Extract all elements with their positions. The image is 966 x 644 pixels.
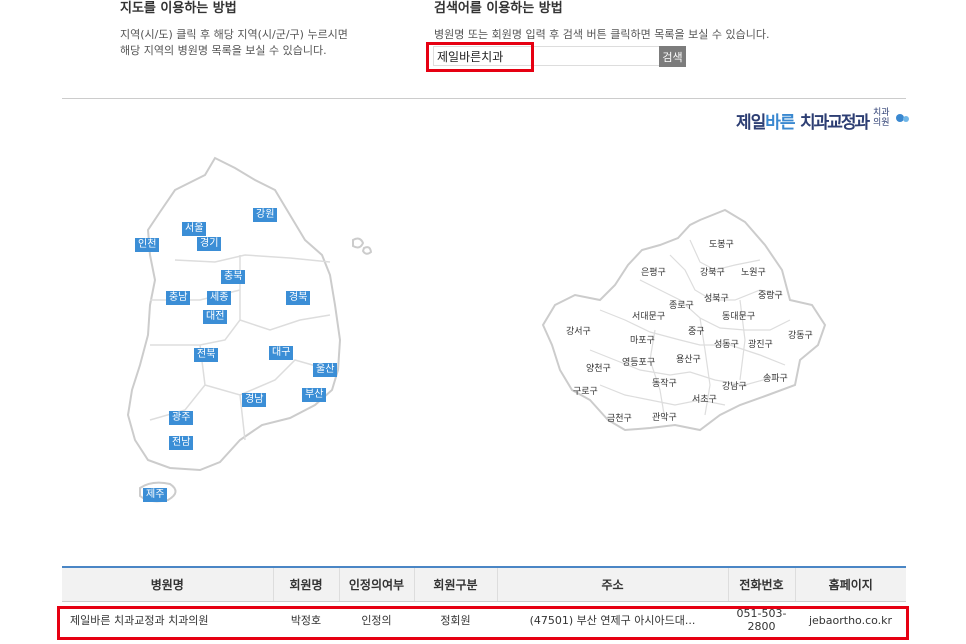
district-guro[interactable]: 구로구 xyxy=(573,384,598,397)
district-yeongdeungpo[interactable]: 영등포구 xyxy=(622,355,655,368)
cell-homepage[interactable]: jebaortho.co.kr xyxy=(795,601,906,639)
brand-suffix-2: 의원 xyxy=(873,118,890,128)
seoul-outline xyxy=(541,208,827,432)
district-yangcheon[interactable]: 양천구 xyxy=(586,361,611,374)
district-seocho[interactable]: 서초구 xyxy=(692,392,717,405)
region-gyeongbuk[interactable]: 경북 xyxy=(286,291,311,305)
region-gyeonggi[interactable]: 경기 xyxy=(197,237,222,251)
district-jung[interactable]: 중구 xyxy=(688,324,705,337)
district-dobong[interactable]: 도봉구 xyxy=(709,237,734,250)
cell-phone: 051-503- 2800 xyxy=(728,601,795,639)
section-divider xyxy=(62,98,906,99)
region-jeonbuk[interactable]: 전북 xyxy=(194,348,219,362)
cell-member: 박정호 xyxy=(290,614,322,628)
cell-phone-line-1: 051-503- xyxy=(736,607,787,621)
region-jeonnam[interactable]: 전남 xyxy=(169,436,194,450)
cell-hospital[interactable]: 제일바른 치과교정과 치과의원 xyxy=(62,601,273,639)
map-help-title: 지도를 이용하는 방법 xyxy=(120,1,237,16)
district-eunpyeong[interactable]: 은평구 xyxy=(641,265,666,278)
region-sejong[interactable]: 세종 xyxy=(207,291,232,305)
map-help-line-1: 지역(시/도) 클릭 후 해당 지역(시/군/구) 누르시면 xyxy=(120,28,348,41)
col-phone: 전화번호 xyxy=(727,566,795,602)
district-geumcheon[interactable]: 금천구 xyxy=(607,411,632,424)
district-songpa[interactable]: 송파구 xyxy=(763,371,788,384)
region-busan[interactable]: 부산 xyxy=(302,388,327,402)
col-member-type: 회원구분 xyxy=(413,566,497,602)
brand-suffix-1: 치과 xyxy=(873,108,890,118)
island-outline-2 xyxy=(361,246,373,255)
seoul-map[interactable] xyxy=(0,0,966,644)
col-hospital: 병원명 xyxy=(62,566,273,602)
brand-logo: 제일바른 치과교정과 치과 의원 xyxy=(736,106,912,134)
col-homepage: 홈페이지 xyxy=(794,566,906,602)
cell-address: (47501) 부산 연제구 아시아드대... xyxy=(529,614,696,628)
col-address: 주소 xyxy=(496,566,728,602)
island-outline-1 xyxy=(352,237,365,249)
search-help-desc: 병원명 또는 회원명 입력 후 검색 버튼 클릭하면 목록을 보실 수 있습니다… xyxy=(434,28,770,41)
region-seoul[interactable]: 서울 xyxy=(182,222,207,236)
district-seongbuk[interactable]: 성북구 xyxy=(704,291,729,304)
region-daegu[interactable]: 대구 xyxy=(269,346,294,360)
district-dongdaemun[interactable]: 동대문구 xyxy=(722,309,755,322)
col-member: 회원명 xyxy=(272,566,339,602)
cell-certified: 인정의 xyxy=(361,614,392,628)
brand-part-2: 바른 xyxy=(765,113,795,133)
district-gwanak[interactable]: 관악구 xyxy=(652,410,677,423)
brand-part-1: 제일 xyxy=(736,113,766,133)
district-jungnang[interactable]: 중랑구 xyxy=(758,288,783,301)
district-nowon[interactable]: 노원구 xyxy=(741,265,766,278)
region-chungbuk[interactable]: 충북 xyxy=(221,270,246,284)
korea-outline xyxy=(126,156,342,472)
district-gwangjin[interactable]: 광진구 xyxy=(748,337,773,350)
district-seongdong[interactable]: 성동구 xyxy=(714,337,739,350)
table-header-row: 병원명 회원명 인정의여부 회원구분 주소 전화번호 홈페이지 xyxy=(62,566,906,602)
cell-member-type: 정회원 xyxy=(440,614,471,628)
col-certified: 인정의여부 xyxy=(338,566,414,602)
district-jongno[interactable]: 종로구 xyxy=(669,298,694,311)
region-gangwon[interactable]: 강원 xyxy=(253,208,278,222)
cell-phone-line-2: 2800 xyxy=(747,620,776,634)
district-gangbuk[interactable]: 강북구 xyxy=(700,265,725,278)
district-mapo[interactable]: 마포구 xyxy=(630,333,655,346)
region-ulsan[interactable]: 울산 xyxy=(313,363,338,377)
map-help-desc: 지역(시/도) 클릭 후 해당 지역(시/군/구) 누르시면 해당 지역의 병원… xyxy=(120,27,348,59)
district-seodaemun[interactable]: 서대문구 xyxy=(632,309,665,322)
map-help-line-2: 해당 지역의 병원명 목록을 보실 수 있습니다. xyxy=(120,44,327,57)
search-button[interactable]: 검색 xyxy=(659,46,686,67)
region-gwangju[interactable]: 광주 xyxy=(169,411,194,425)
region-jeju[interactable]: 제주 xyxy=(143,488,168,502)
search-input[interactable] xyxy=(433,46,661,66)
brand-part-3: 치과교정과 xyxy=(800,113,870,133)
district-gangdong[interactable]: 강동구 xyxy=(788,328,813,341)
region-daejeon[interactable]: 대전 xyxy=(203,310,228,324)
region-gyeongnam[interactable]: 경남 xyxy=(242,393,267,407)
district-yongsan[interactable]: 용산구 xyxy=(676,352,701,365)
results-table: 병원명 회원명 인정의여부 회원구분 주소 전화번호 홈페이지 제일바른 치과교… xyxy=(62,566,906,639)
table-row[interactable]: 제일바른 치과교정과 치과의원 박정호 인정의 정회원 (47501) 부산 연… xyxy=(62,601,906,639)
brand-dot-2 xyxy=(903,116,909,122)
korea-map[interactable] xyxy=(0,0,966,644)
region-chungnam[interactable]: 충남 xyxy=(166,291,191,305)
search-help-title: 검색어를 이용하는 방법 xyxy=(434,1,563,16)
district-gangnam[interactable]: 강남구 xyxy=(722,379,747,392)
region-incheon[interactable]: 인천 xyxy=(135,238,160,252)
district-dongjak[interactable]: 동작구 xyxy=(652,376,677,389)
district-gangseo[interactable]: 강서구 xyxy=(566,324,591,337)
